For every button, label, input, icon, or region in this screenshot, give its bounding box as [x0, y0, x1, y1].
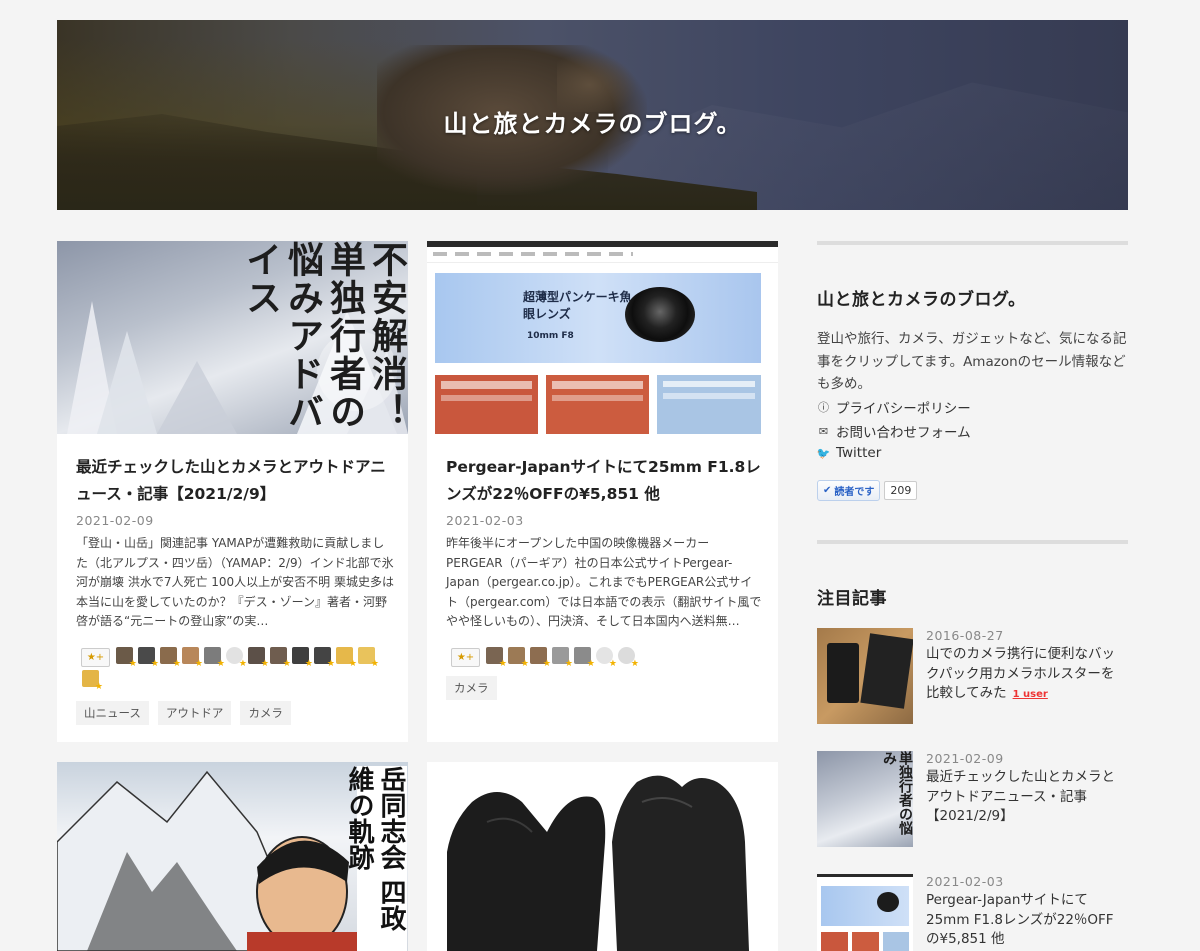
contact-form-link[interactable]: ✉ お問い合わせフォーム [817, 421, 971, 442]
star-list: ★+ ★ ★ ★ ★ ★ ★ ★ ★ ★ ★ ★ ★ ★ [81, 647, 381, 692]
link-label: プライバシーポリシー [836, 401, 971, 417]
post-date: 2021-02-03 [446, 513, 524, 528]
post-card[interactable] [427, 762, 778, 951]
star-icon[interactable]: ★ [269, 647, 291, 669]
post-card[interactable]: 超薄型パンケーキ魚眼レンズ 10mm F8 Pergear-Japanサイトにて… [427, 241, 778, 742]
fox-head [557, 52, 637, 112]
star-icon[interactable]: ★ [247, 647, 269, 669]
post-thumbnail[interactable]: 岳同志会 四政維の軌跡 [57, 762, 408, 951]
star-icon[interactable]: ★ [573, 647, 595, 669]
star-icon[interactable]: ★ [617, 647, 639, 669]
sidebar-divider [817, 540, 1128, 544]
star-icon[interactable]: ★ [203, 647, 225, 669]
star-icon[interactable]: ★ [181, 647, 203, 669]
post-thumbnail[interactable]: 超薄型パンケーキ魚眼レンズ 10mm F8 [427, 241, 778, 434]
bookmark-count[interactable]: 1 user [1013, 689, 1048, 700]
star-icon[interactable]: ★ [485, 647, 507, 669]
popular-thumbnail[interactable]: 単独行者の悩み [817, 751, 913, 847]
post-date: 2021-02-09 [76, 513, 154, 528]
star-icon[interactable]: ★ [529, 647, 551, 669]
promo-tile [657, 375, 761, 434]
popular-item[interactable]: 2021-02-03 Pergear-Japanサイトにて25mm F1.8レン… [817, 874, 1128, 951]
star-icon[interactable]: ★ [313, 647, 335, 669]
mail-icon: ✉ [818, 424, 829, 438]
popular-title-link[interactable]: Pergear-Japanサイトにて25mm F1.8レンズが22％OFFの¥5… [926, 891, 1126, 950]
gloves-image [447, 775, 749, 951]
reader-label: 読者です [834, 487, 875, 498]
popular-thumbnail[interactable] [817, 628, 913, 724]
banner-image: 超薄型パンケーキ魚眼レンズ 10mm F8 [435, 273, 761, 363]
reader-widget: ✔ 読者です 209 [817, 480, 918, 501]
star-icon[interactable]: ★ [507, 647, 529, 669]
add-star-button[interactable]: ★+ [81, 648, 110, 667]
banner-heading: 超薄型パンケーキ魚眼レンズ [523, 290, 632, 321]
popular-item[interactable]: 単独行者の悩み 2021-02-09 最近チェックした山とカメラとアウトドアニュ… [817, 751, 1128, 847]
star-icon[interactable]: ★ [595, 647, 617, 669]
star-icon[interactable]: ★ [357, 647, 379, 669]
info-icon: ⓘ [818, 401, 829, 414]
popular-date: 2021-02-09 [926, 751, 1004, 766]
popular-date: 2021-02-03 [926, 874, 1004, 889]
post-title[interactable]: 最近チェックした山とカメラとアウトドアニュース・記事【2021/2/9】 [76, 454, 391, 508]
post-thumbnail[interactable]: 不安解消！単独行者の悩みアドバイス [57, 241, 408, 434]
screenshot-nav [427, 247, 778, 263]
site-header-banner[interactable]: 山と旅とカメラのブログ。 [57, 20, 1128, 210]
thumbnail-headline: 岳同志会 四政維の軌跡 [344, 766, 407, 951]
post-excerpt: 「登山・山岳」関連記事 YAMAPが遭難救助に貢献しました（北アルプス・四ツ岳）… [76, 536, 394, 628]
tag-chip[interactable]: アウトドア [157, 701, 232, 725]
star-icon[interactable]: ★ [225, 647, 247, 669]
post-title[interactable]: Pergear-Japanサイトにて25mm F1.8レンズが22％OFFの¥5… [446, 454, 761, 508]
about-title: 山と旅とカメラのブログ。 [817, 290, 1026, 310]
promo-tile [435, 375, 538, 434]
star-icon[interactable]: ★ [551, 647, 573, 669]
star-icon[interactable]: ★ [137, 647, 159, 669]
banner-subheading: 10mm F8 [527, 331, 574, 341]
reader-count: 209 [884, 481, 918, 500]
twitter-icon: 🐦 [816, 446, 831, 460]
thumbnail-headline: 不安解消！単独行者の悩みアドバイス [240, 241, 407, 431]
star-list: ★+ ★ ★ ★ ★ ★ ★ ★ [451, 647, 751, 669]
star-icon[interactable]: ★ [291, 647, 313, 669]
about-description: 登山や旅行、カメラ、ガジェットなど、気になる記事をクリップしてます。Amazon… [817, 331, 1127, 392]
popular-thumbnail[interactable] [817, 874, 913, 951]
check-icon: ✔ [823, 485, 832, 496]
post-excerpt: 昨年後半にオープンした中国の映像機器メーカーPERGEAR（パーギア）社の日本公… [446, 536, 762, 628]
tag-chip[interactable]: カメラ [446, 676, 497, 700]
popular-item[interactable]: 2016-08-27 山でのカメラ携行に便利なバックパック用カメラホルスターを比… [817, 628, 1128, 724]
post-thumbnail[interactable] [427, 762, 778, 951]
sidebar-divider [817, 241, 1128, 245]
link-label: Twitter [836, 445, 882, 461]
reader-button[interactable]: ✔ 読者です [817, 480, 881, 501]
popular-title-link[interactable]: 山でのカメラ携行に便利なバックパック用カメラホルスターを比較してみた 1 user [926, 645, 1126, 705]
post-card[interactable]: 不安解消！単独行者の悩みアドバイス 最近チェックした山とカメラとアウトドアニュー… [57, 241, 408, 742]
popular-date: 2016-08-27 [926, 628, 1004, 643]
post-card[interactable]: 岳同志会 四政維の軌跡 [57, 762, 408, 951]
tag-chip[interactable]: 山ニュース [76, 701, 149, 725]
star-icon[interactable]: ★ [115, 647, 137, 669]
link-label: お問い合わせフォーム [836, 425, 971, 441]
privacy-policy-link[interactable]: ⓘ プライバシーポリシー [817, 397, 971, 417]
lens-image [625, 287, 695, 342]
popular-title-link[interactable]: 最近チェックした山とカメラとアウトドアニュース・記事【2021/2/9】 [926, 768, 1126, 827]
add-star-button[interactable]: ★+ [451, 648, 480, 667]
post-tags: 山ニュース アウトドア カメラ [76, 701, 291, 725]
star-icon[interactable]: ★ [81, 670, 103, 692]
promo-tile [546, 375, 649, 434]
popular-title: 注目記事 [817, 589, 887, 609]
twitter-link[interactable]: 🐦 Twitter [816, 445, 882, 461]
star-icon[interactable]: ★ [159, 647, 181, 669]
tag-chip[interactable]: カメラ [240, 701, 291, 725]
site-title[interactable]: 山と旅とカメラのブログ。 [57, 104, 1128, 139]
post-tags: カメラ [446, 676, 497, 700]
star-icon[interactable]: ★ [335, 647, 357, 669]
